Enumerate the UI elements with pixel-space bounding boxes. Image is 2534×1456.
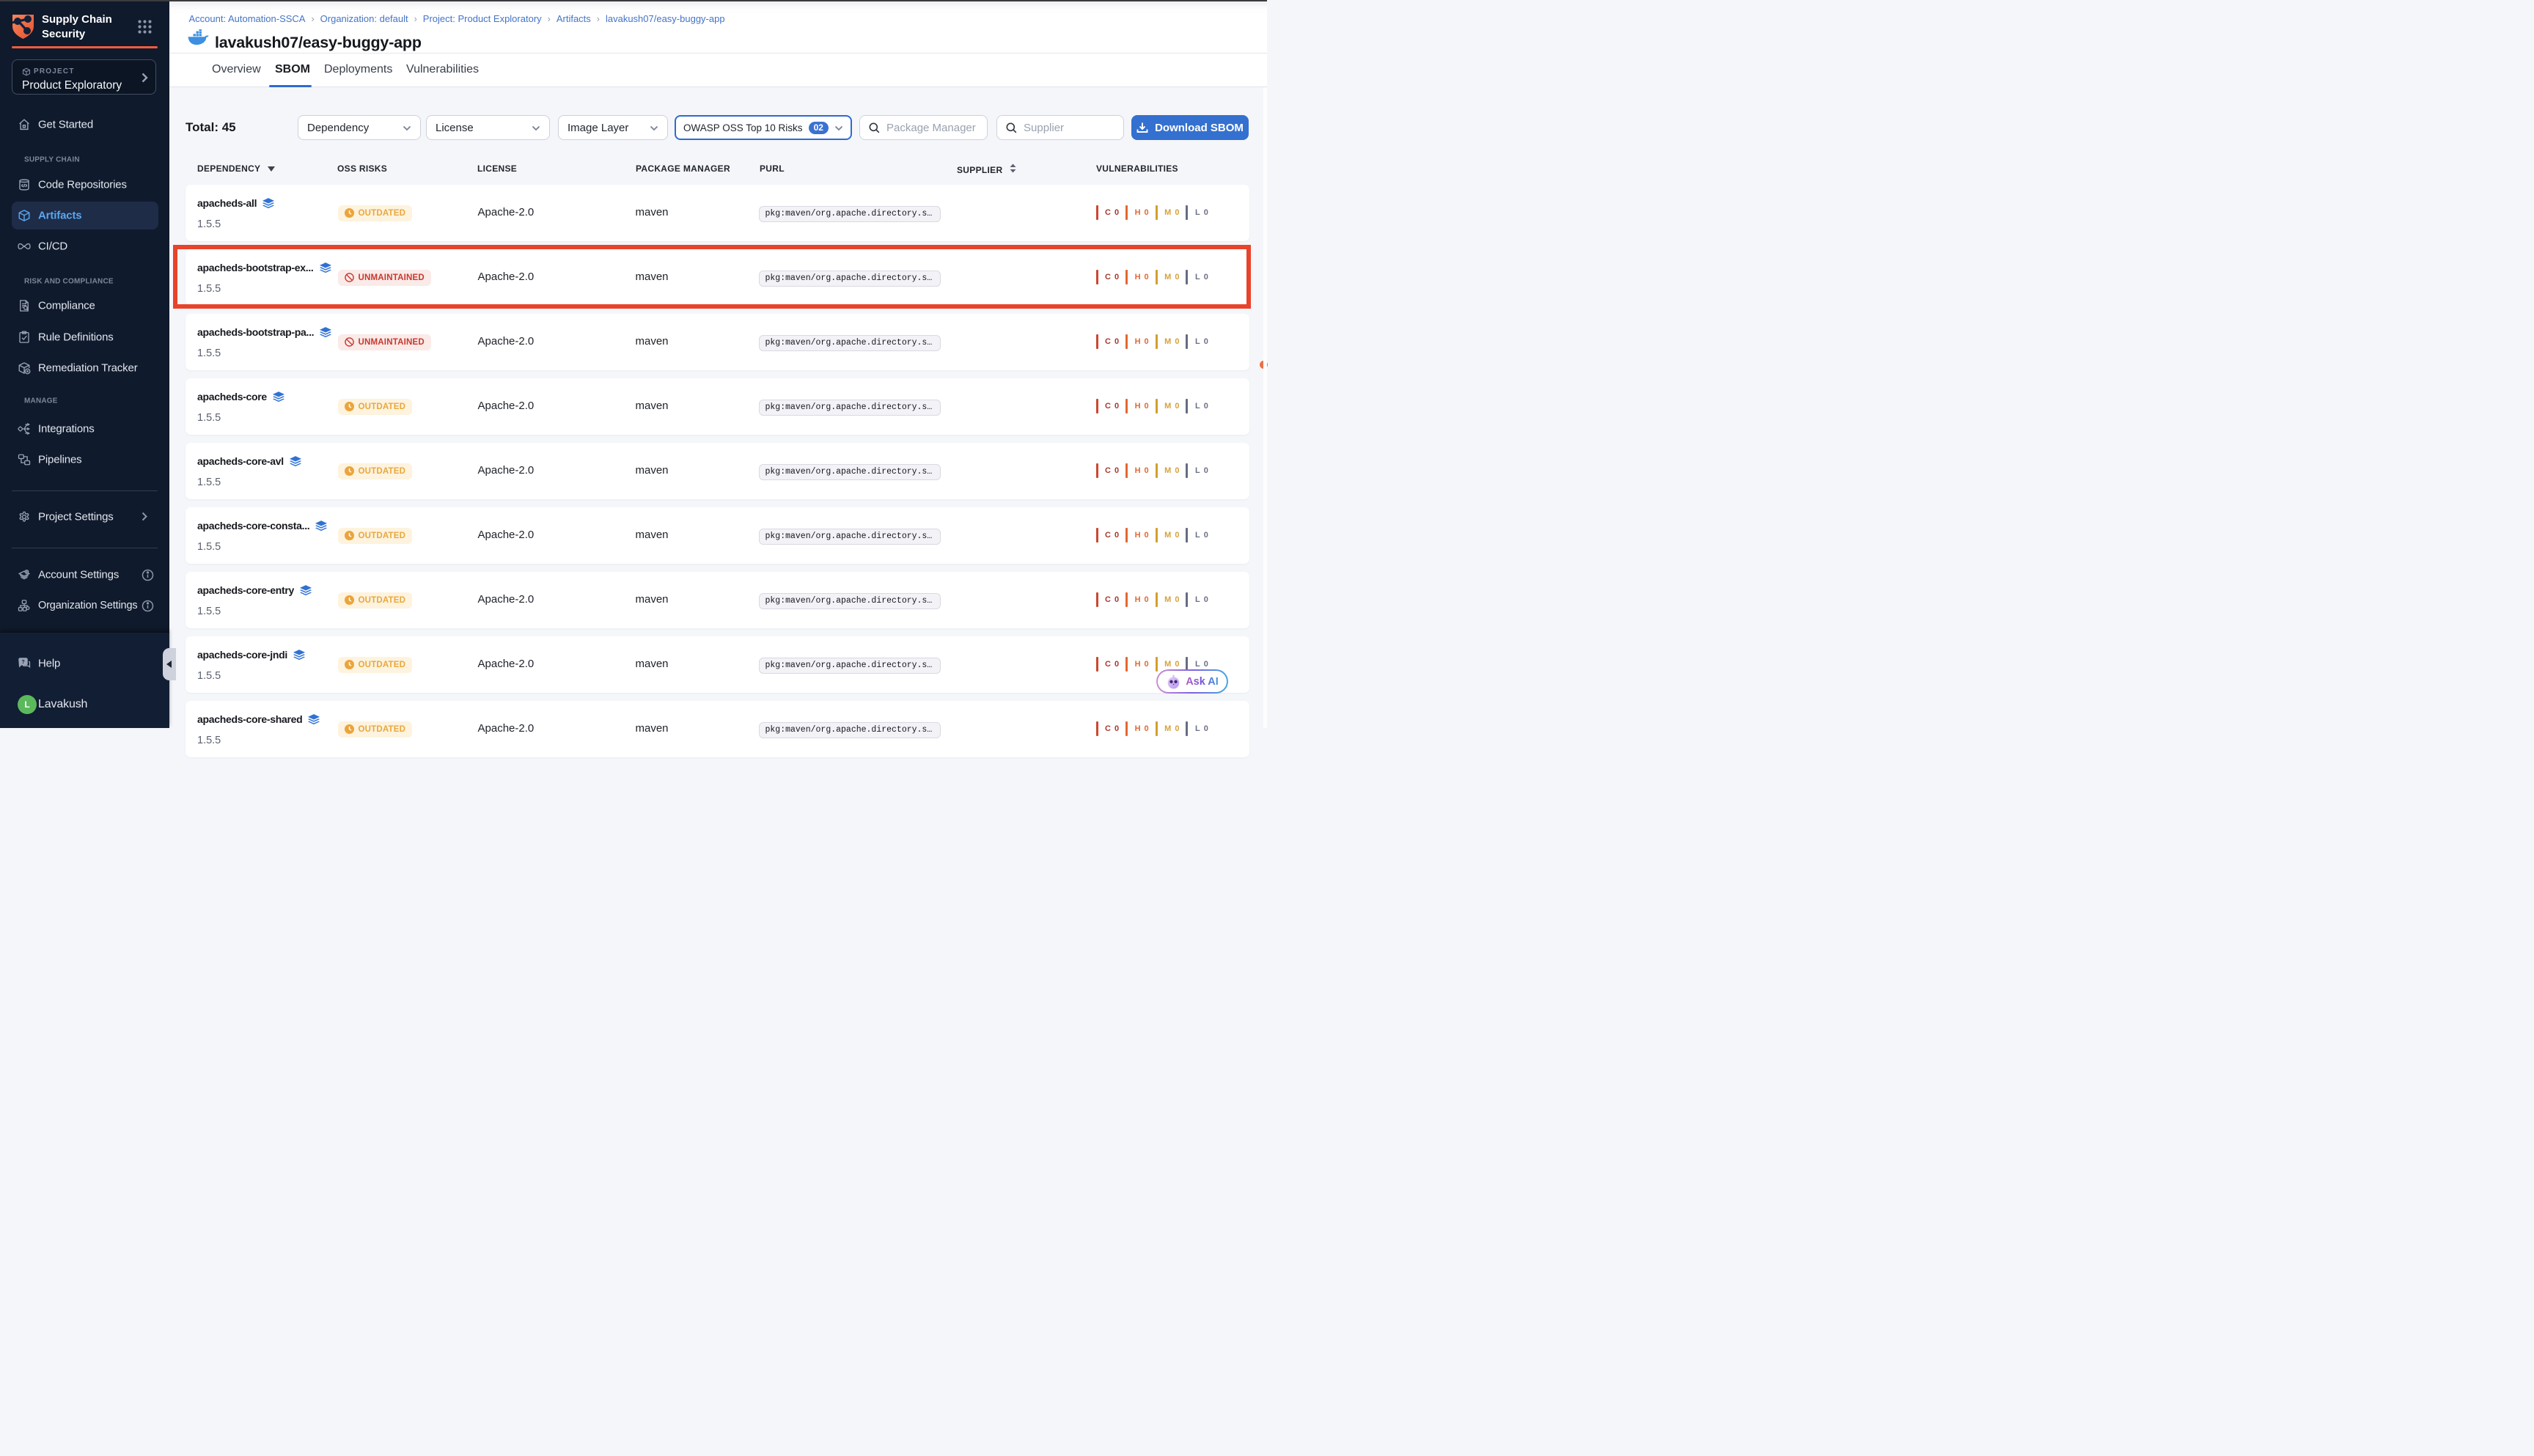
svg-text:?: ? [21,659,24,665]
